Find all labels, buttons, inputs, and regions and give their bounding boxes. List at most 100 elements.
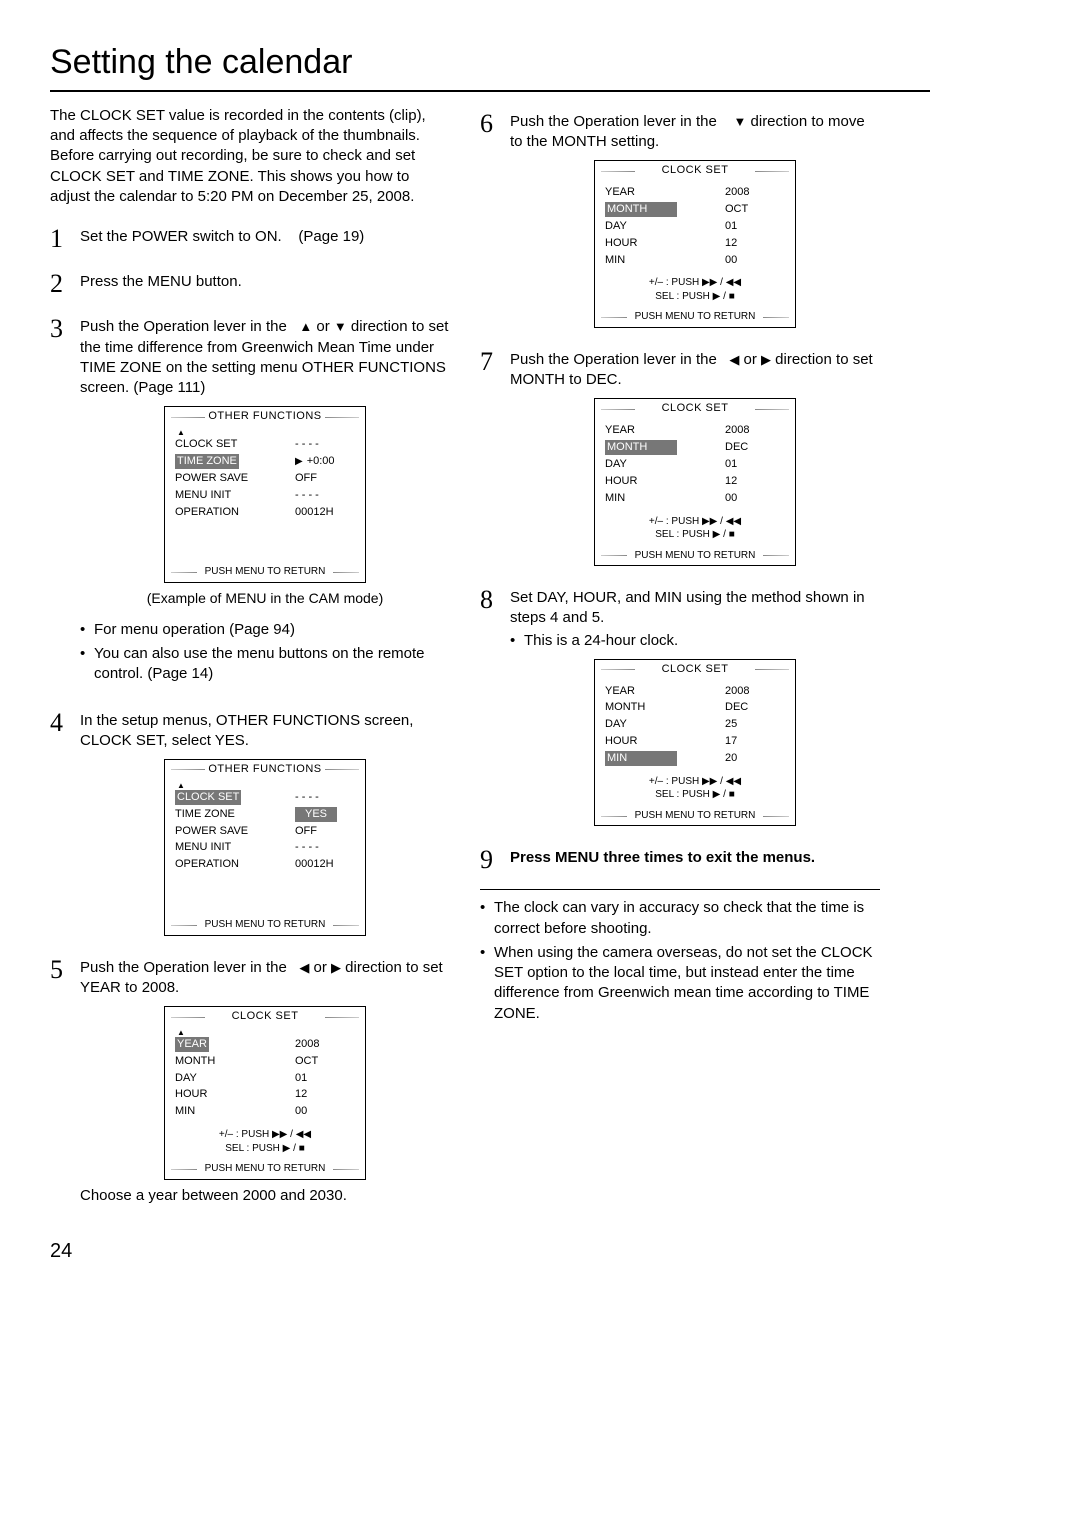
menu-item-label: MONTH xyxy=(605,700,725,715)
page-title: Setting the calendar xyxy=(50,40,930,92)
menu-item-label: YEAR xyxy=(605,684,725,699)
step-9-text: Press MENU three times to exit the menus… xyxy=(510,842,880,877)
menu-title: CLOCK SET xyxy=(595,161,795,180)
menu-box-other-functions-1: OTHER FUNCTIONS ▲ CLOCK SET- - - - TIME … xyxy=(164,406,366,583)
menu-item-label: HOUR xyxy=(605,236,725,251)
menu-hint-a: +/– : PUSH ▶▶ / ◀◀ xyxy=(595,775,795,789)
menu-footer: PUSH MENU TO RETURN xyxy=(595,806,795,826)
step-7-text-a: Push the Operation lever in the xyxy=(510,351,717,368)
menu-item-value: 01 xyxy=(725,219,785,234)
cursor-icon: ▶ xyxy=(295,456,303,467)
menu-item-label: POWER SAVE xyxy=(175,824,295,839)
step-num-4: 4 xyxy=(50,705,80,942)
menu-hint-b: SEL : PUSH ▶ / ■ xyxy=(595,528,795,542)
menu-item-label: MIN xyxy=(605,491,725,506)
menu-hint-b: SEL : PUSH ▶ / ■ xyxy=(595,788,795,802)
menu-item-value: - - - - xyxy=(295,790,355,805)
menu-item-label: MIN xyxy=(175,1104,295,1119)
menu-item-value: 2008 xyxy=(725,423,785,438)
menu-item-value: 12 xyxy=(295,1087,355,1102)
menu-item-value: 12 xyxy=(725,474,785,489)
menu-item-label: DAY xyxy=(605,219,725,234)
menu-item-value: DEC xyxy=(725,700,785,715)
menu-item-value: OCT xyxy=(295,1054,355,1069)
menu-item-value: OFF xyxy=(295,471,355,486)
menu-footer: PUSH MENU TO RETURN xyxy=(165,1159,365,1179)
menu-item-label: YEAR xyxy=(605,185,725,200)
right-triangle-icon: ▶ xyxy=(331,960,341,975)
menu-item-label: POWER SAVE xyxy=(175,471,295,486)
menu-item-value: - - - - xyxy=(295,488,355,503)
menu-footer: PUSH MENU TO RETURN xyxy=(165,562,365,582)
menu-item-value: 00 xyxy=(295,1104,355,1119)
menu-item-value: OCT xyxy=(725,202,785,217)
page-number: 24 xyxy=(50,1238,930,1265)
step-num-3: 3 xyxy=(50,311,80,694)
menu-item-value: 20 xyxy=(725,751,785,766)
bullet: For menu operation (Page 94) xyxy=(80,620,450,640)
menu-item-value: 2008 xyxy=(725,684,785,699)
divider xyxy=(480,889,880,890)
menu-title: CLOCK SET xyxy=(165,1007,365,1026)
menu-item-value: 00012H xyxy=(295,857,355,872)
step-2-text: Press the MENU button. xyxy=(80,266,450,301)
menu-item-value: 2008 xyxy=(725,185,785,200)
menu-hint-a: +/– : PUSH ▶▶ / ◀◀ xyxy=(595,276,795,290)
menu-title: OTHER FUNCTIONS xyxy=(165,407,365,426)
menu-item-label: MIN xyxy=(605,253,725,268)
menu-hint-b: SEL : PUSH ▶ / ■ xyxy=(165,1142,365,1156)
step-5-text-b: or xyxy=(313,959,326,976)
step-1-text-a: Set the POWER switch to ON. xyxy=(80,228,282,245)
menu-item-label: YEAR xyxy=(175,1037,209,1052)
step-num-7: 7 xyxy=(480,344,510,572)
step-1-text-b: (Page 19) xyxy=(298,228,364,245)
menu-item-value: DEC xyxy=(725,440,785,455)
menu-item-label: MIN xyxy=(605,751,677,766)
step-7-text-b: or xyxy=(743,351,756,368)
menu-item-value: 12 xyxy=(725,236,785,251)
menu-item-value: YES xyxy=(295,807,337,822)
menu-item-value: 00 xyxy=(725,491,785,506)
step-num-6: 6 xyxy=(480,106,510,334)
menu-item-value: 25 xyxy=(725,717,785,732)
menu-item-value: 17 xyxy=(725,734,785,749)
step-5-text-a: Push the Operation lever in the xyxy=(80,959,287,976)
menu-item-value: - - - - xyxy=(295,840,355,855)
menu-item-label: DAY xyxy=(605,457,725,472)
right-triangle-icon: ▶ xyxy=(761,352,771,367)
menu-item-label: OPERATION xyxy=(175,505,295,520)
menu-item-label: HOUR xyxy=(175,1087,295,1102)
menu-item-value: 01 xyxy=(725,457,785,472)
step-8-sub: This is a 24-hour clock. xyxy=(510,631,880,651)
menu-item-value: OFF xyxy=(295,824,355,839)
menu-title: OTHER FUNCTIONS xyxy=(165,760,365,779)
menu-item-label: CLOCK SET xyxy=(175,790,241,805)
menu-footer: PUSH MENU TO RETURN xyxy=(165,915,365,935)
menu-item-value: 00 xyxy=(725,253,785,268)
menu-box-clock-set-4: CLOCK SET YEAR2008 MONTHDEC DAY25 HOUR17… xyxy=(594,659,796,827)
menu-item-label: MONTH xyxy=(605,440,677,455)
up-triangle-icon: ▲ xyxy=(299,319,312,334)
menu-box-clock-set-2: CLOCK SET YEAR2008 MONTHOCT DAY01 HOUR12… xyxy=(594,160,796,328)
menu-box-clock-set-1: CLOCK SET ▲ YEAR2008 MONTHOCT DAY01 HOUR… xyxy=(164,1006,366,1180)
menu-item-label: HOUR xyxy=(605,474,725,489)
menu-footer: PUSH MENU TO RETURN xyxy=(595,307,795,327)
menu-box-clock-set-3: CLOCK SET YEAR2008 MONTHDEC DAY01 HOUR12… xyxy=(594,398,796,566)
menu-item-value: +0:00 xyxy=(307,455,335,467)
menu-item-label: OPERATION xyxy=(175,857,295,872)
menu-caption: (Example of MENU in the CAM mode) xyxy=(80,589,450,608)
end-bullet: When using the camera overseas, do not s… xyxy=(480,943,880,1024)
step-num-8: 8 xyxy=(480,582,510,832)
step-8-text: Set DAY, HOUR, and MIN using the method … xyxy=(510,589,865,626)
down-triangle-icon: ▼ xyxy=(334,319,347,334)
menu-item-label: MONTH xyxy=(175,1054,295,1069)
menu-item-value: 01 xyxy=(295,1071,355,1086)
down-triangle-icon: ▼ xyxy=(733,114,746,129)
menu-item-label: DAY xyxy=(175,1071,295,1086)
menu-hint-a: +/– : PUSH ▶▶ / ◀◀ xyxy=(165,1128,365,1142)
menu-item-label: TIME ZONE xyxy=(175,454,239,469)
intro-text: The CLOCK SET value is recorded in the c… xyxy=(50,106,450,207)
menu-box-other-functions-2: OTHER FUNCTIONS ▲ CLOCK SET- - - - TIME … xyxy=(164,759,366,936)
step-3-text-b: or xyxy=(316,318,329,335)
step-5-note: Choose a year between 2000 and 2030. xyxy=(80,1186,450,1206)
